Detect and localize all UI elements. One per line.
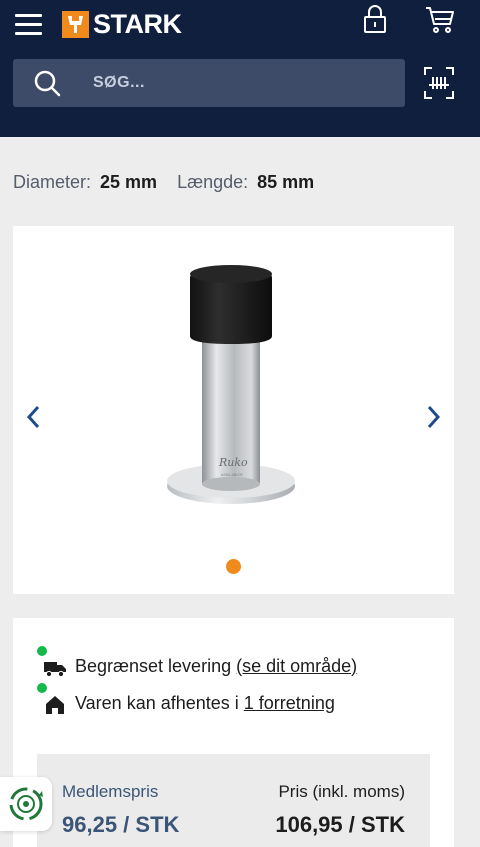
delivery-row: Begrænset levering (se dit område) — [37, 646, 357, 678]
delivery-text: Begrænset levering — [75, 655, 232, 676]
chevron-left-icon[interactable] — [22, 404, 46, 430]
gallery-dot-active[interactable] — [226, 559, 241, 574]
search-input[interactable] — [93, 59, 393, 107]
recycle-badge-icon — [9, 787, 43, 821]
spec-value-length: 85 mm — [257, 172, 315, 192]
price-value: 106,95 / STK — [275, 812, 405, 837]
search-icon[interactable] — [33, 69, 61, 97]
pickup-text: Varen kan afhentes i — [75, 692, 239, 713]
chevron-right-icon[interactable] — [421, 404, 445, 430]
image-brand-text: Ruko — [218, 456, 248, 469]
brand-name: STARK — [93, 9, 182, 39]
price-label: Pris (inkl. moms) — [278, 782, 405, 801]
recycle-badge[interactable] — [0, 777, 52, 831]
spec-label-length: Længde: — [177, 172, 249, 192]
regular-price-block: Pris (inkl. moms) 106,95 / STK — [275, 782, 405, 838]
member-price-value: 96,25 / STK — [62, 812, 180, 837]
product-specs: Diameter: 25 mm Længde: 85 mm — [13, 172, 314, 193]
price-box: Medlemspris 96,25 / STK Pris (inkl. moms… — [37, 754, 430, 847]
stark-logo[interactable]: STARK — [62, 11, 182, 38]
status-dot — [37, 683, 47, 693]
store-icon — [37, 683, 67, 715]
availability-card: Begrænset levering (se dit område) Varen… — [13, 618, 454, 847]
pickup-row: Varen kan afhentes i 1 forretning — [37, 683, 335, 715]
menu-icon[interactable] — [15, 12, 42, 36]
product-image-gallery: Ruko ASSA ABLOY — [13, 226, 454, 594]
delivery-area-link[interactable]: (se dit område) — [236, 656, 357, 677]
spec-label-diameter: Diameter: — [13, 172, 92, 192]
search-bar — [13, 59, 405, 107]
status-dot — [37, 646, 47, 656]
barcode-scan-icon[interactable] — [424, 67, 454, 99]
store-count-link[interactable]: 1 forretning — [244, 693, 335, 714]
spec-value-diameter: 25 mm — [100, 172, 158, 192]
truck-icon — [37, 646, 67, 678]
product-image: Ruko ASSA ABLOY — [167, 265, 295, 504]
member-price-label: Medlemspris — [62, 782, 159, 801]
stark-logo-icon — [62, 11, 89, 38]
top-header: STARK — [0, 0, 480, 137]
member-price-block: Medlemspris 96,25 / STK — [62, 782, 179, 838]
cart-icon[interactable] — [424, 6, 456, 34]
image-brand-subtext: ASSA ABLOY — [221, 473, 244, 477]
lock-icon[interactable] — [362, 4, 388, 34]
